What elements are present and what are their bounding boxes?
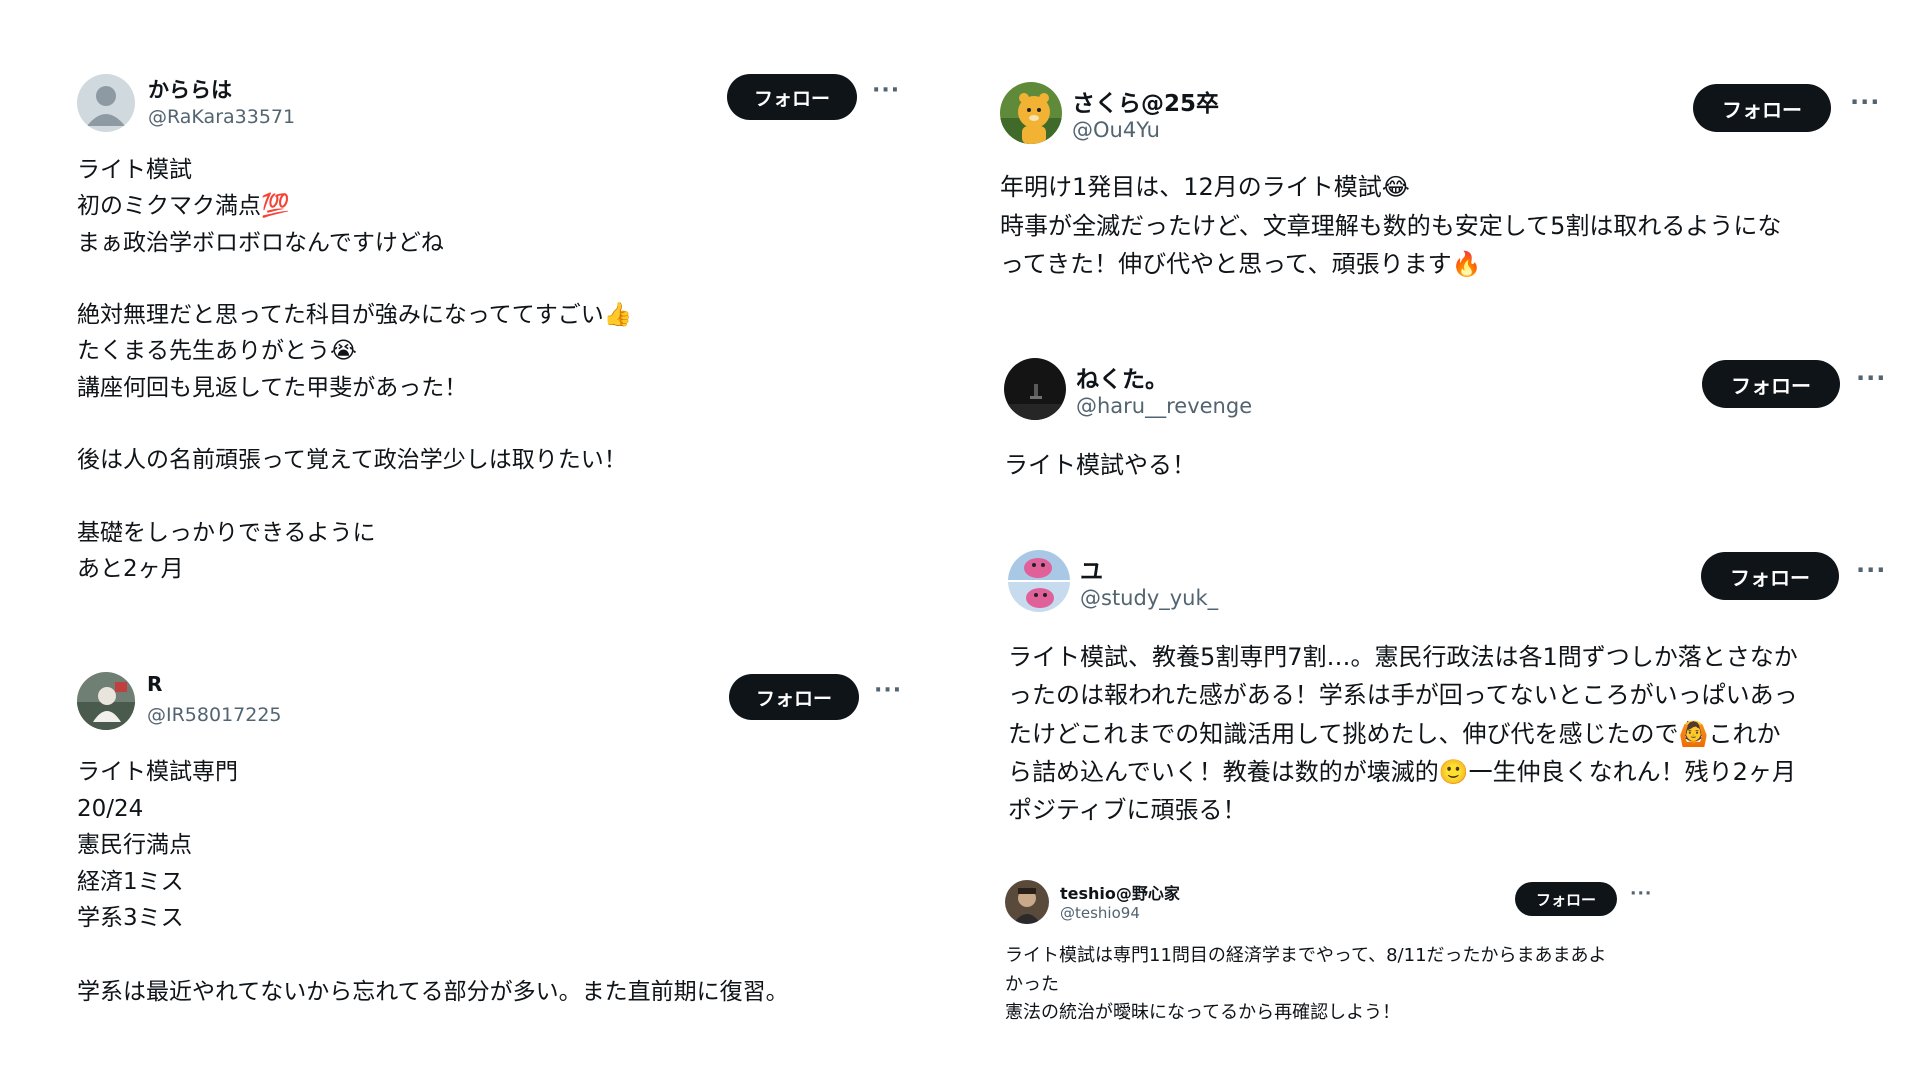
- more-options-icon[interactable]: ···: [874, 678, 902, 703]
- display-name[interactable]: ねくた。: [1076, 360, 1168, 394]
- avatar[interactable]: [1000, 82, 1062, 144]
- avatar[interactable]: [1005, 880, 1049, 924]
- follow-button[interactable]: フォロー: [1701, 552, 1839, 600]
- display-name[interactable]: teshio@野心家: [1060, 880, 1180, 904]
- more-options-icon[interactable]: ···: [872, 78, 900, 103]
- more-options-icon[interactable]: ···: [1856, 556, 1886, 584]
- post-text: 年明け1発目は、12月のライト模試😂 時事が全滅だったけど、文章理解も数的も安定…: [1000, 173, 1782, 279]
- avatar[interactable]: [1004, 358, 1066, 420]
- display-name[interactable]: ユ: [1080, 552, 1103, 586]
- more-options-icon[interactable]: ···: [1630, 884, 1652, 904]
- follow-button[interactable]: フォロー: [729, 674, 859, 720]
- user-handle[interactable]: @teshio94: [1060, 904, 1140, 922]
- post-text: ライト模試やる！: [1004, 451, 1196, 479]
- more-options-icon[interactable]: ···: [1856, 364, 1886, 392]
- display-name[interactable]: R: [147, 672, 162, 696]
- post-text: ライト模試 初のミクマク満点💯 まぁ政治学ボロボロなんですけどね 絶対無理だと思…: [77, 157, 633, 583]
- post-text: ライト模試専門 20/24 憲民行満点 経済1ミス 学系3ミス 学系は最近やれて…: [77, 759, 789, 1005]
- display-name[interactable]: かららは: [148, 74, 232, 104]
- more-options-icon[interactable]: ···: [1850, 88, 1880, 116]
- follow-button[interactable]: フォロー: [1702, 360, 1840, 408]
- avatar[interactable]: [1008, 550, 1070, 612]
- avatar[interactable]: [77, 672, 135, 730]
- post-text: ライト模試、教養5割専門7割…。憲民行政法は各1問ずつしか落とさなか ったのは報…: [1008, 643, 1798, 825]
- user-handle[interactable]: @study_yuk_: [1080, 586, 1218, 610]
- follow-button[interactable]: フォロー: [1515, 882, 1617, 916]
- user-handle[interactable]: @Ou4Yu: [1072, 118, 1160, 142]
- avatar[interactable]: [77, 74, 135, 132]
- follow-button[interactable]: フォロー: [727, 74, 857, 120]
- user-handle[interactable]: @haru__revenge: [1076, 394, 1252, 418]
- user-handle[interactable]: @IR58017225: [147, 704, 282, 726]
- post-text: ライト模試は専門11問目の経済学までやって、8/11だったからまあまあよ かった…: [1005, 945, 1607, 1023]
- follow-button[interactable]: フォロー: [1693, 84, 1831, 132]
- display-name[interactable]: さくら@25卒: [1072, 84, 1219, 118]
- user-handle[interactable]: @RaKara33571: [148, 106, 295, 128]
